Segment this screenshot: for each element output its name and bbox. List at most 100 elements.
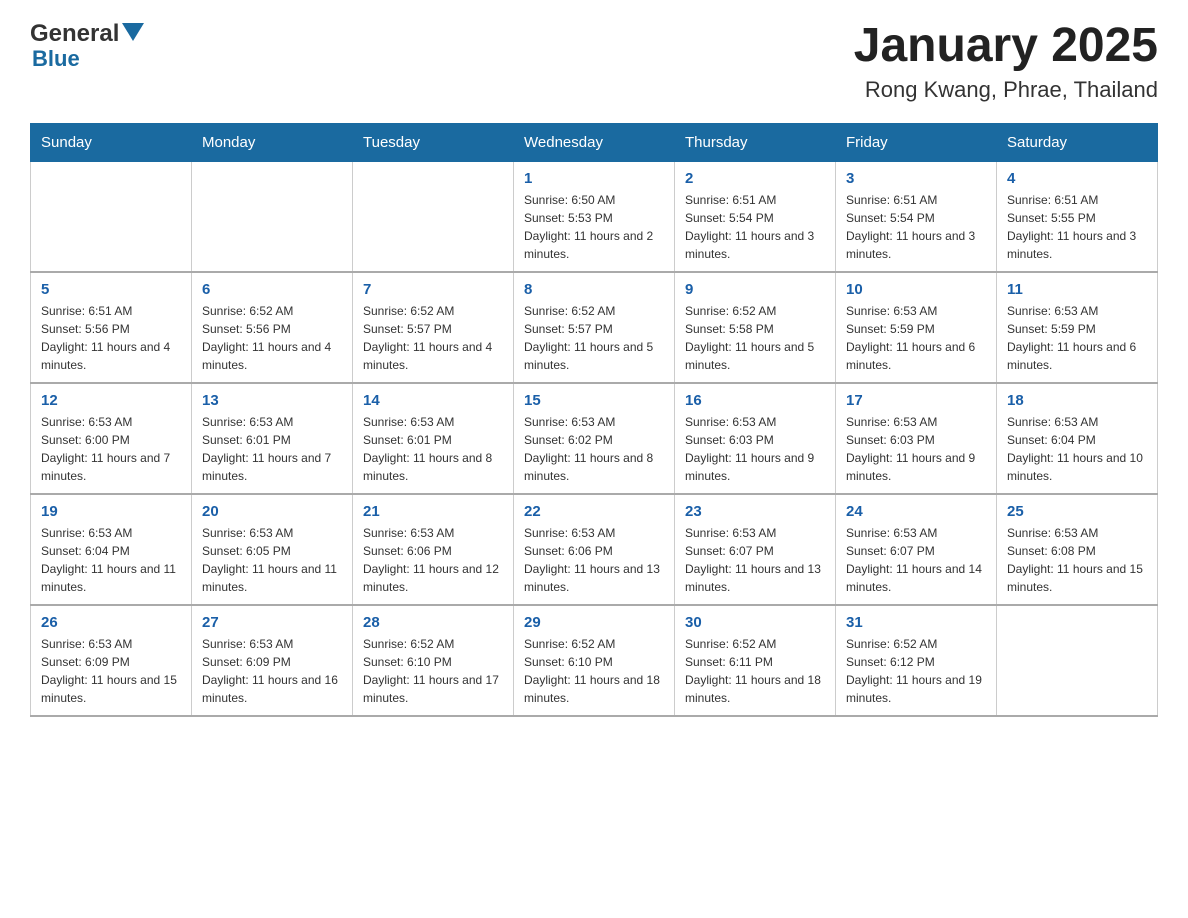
day-number: 10 <box>846 281 986 298</box>
calendar-cell: 2 Sunrise: 6:51 AMSunset: 5:54 PMDaylight… <box>675 161 836 272</box>
header-cell-saturday: Saturday <box>997 123 1158 161</box>
day-info: Sunrise: 6:52 AMSunset: 6:10 PMDaylight:… <box>524 635 664 707</box>
day-number: 14 <box>363 392 503 409</box>
day-info: Sunrise: 6:51 AMSunset: 5:55 PMDaylight:… <box>1007 191 1147 263</box>
day-info: Sunrise: 6:52 AMSunset: 5:57 PMDaylight:… <box>363 302 503 374</box>
header-cell-thursday: Thursday <box>675 123 836 161</box>
calendar-cell: 7Sunrise: 6:52 AMSunset: 5:57 PMDaylight… <box>353 272 514 383</box>
day-number: 18 <box>1007 392 1147 409</box>
calendar-cell: 9Sunrise: 6:52 AMSunset: 5:58 PMDaylight… <box>675 272 836 383</box>
calendar-cell <box>31 161 192 272</box>
calendar-cell <box>353 161 514 272</box>
calendar-cell: 28 Sunrise: 6:52 AMSunset: 6:10 PMDayligh… <box>353 605 514 716</box>
day-number: 30 <box>685 614 825 631</box>
calendar-cell: 10 Sunrise: 6:53 AMSunset: 5:59 PMDayligh… <box>836 272 997 383</box>
day-number: 12 <box>41 392 181 409</box>
calendar-cell: 27Sunrise: 6:53 AMSunset: 6:09 PMDayligh… <box>192 605 353 716</box>
logo-triangle-icon <box>122 23 144 41</box>
calendar-cell: 8 Sunrise: 6:52 AMSunset: 5:57 PMDaylight… <box>514 272 675 383</box>
day-number: 22 <box>524 503 664 520</box>
day-number: 21 <box>363 503 503 520</box>
calendar-cell: 5Sunrise: 6:51 AMSunset: 5:56 PMDaylight… <box>31 272 192 383</box>
day-info: Sunrise: 6:53 AMSunset: 5:59 PMDaylight:… <box>846 302 986 374</box>
location-title: Rong Kwang, Phrae, Thailand <box>854 77 1158 103</box>
day-info: Sunrise: 6:52 AMSunset: 6:10 PMDaylight:… <box>363 635 503 707</box>
title-block: January 2025 Rong Kwang, Phrae, Thailand <box>854 20 1158 103</box>
calendar-cell: 17 Sunrise: 6:53 AMSunset: 6:03 PMDayligh… <box>836 383 997 494</box>
header-cell-wednesday: Wednesday <box>514 123 675 161</box>
day-number: 27 <box>202 614 342 631</box>
day-number: 26 <box>41 614 181 631</box>
calendar-cell: 26 Sunrise: 6:53 AMSunset: 6:09 PMDayligh… <box>31 605 192 716</box>
header-cell-tuesday: Tuesday <box>353 123 514 161</box>
day-info: Sunrise: 6:53 AMSunset: 6:09 PMDaylight:… <box>41 635 181 707</box>
day-info: Sunrise: 6:53 AMSunset: 6:00 PMDaylight:… <box>41 413 181 485</box>
day-number: 8 <box>524 281 664 298</box>
day-number: 19 <box>41 503 181 520</box>
day-number: 3 <box>846 170 986 187</box>
calendar-cell: 24Sunrise: 6:53 AMSunset: 6:07 PMDayligh… <box>836 494 997 605</box>
calendar-week-row: 5Sunrise: 6:51 AMSunset: 5:56 PMDaylight… <box>31 272 1158 383</box>
day-info: Sunrise: 6:53 AMSunset: 6:03 PMDaylight:… <box>846 413 986 485</box>
day-info: Sunrise: 6:53 AMSunset: 6:07 PMDaylight:… <box>685 524 825 596</box>
day-info: Sunrise: 6:52 AMSunset: 5:58 PMDaylight:… <box>685 302 825 374</box>
day-number: 13 <box>202 392 342 409</box>
day-info: Sunrise: 6:53 AMSunset: 6:06 PMDaylight:… <box>363 524 503 596</box>
day-info: Sunrise: 6:50 AMSunset: 5:53 PMDaylight:… <box>524 191 664 263</box>
calendar-cell: 3Sunrise: 6:51 AMSunset: 5:54 PMDaylight… <box>836 161 997 272</box>
day-info: Sunrise: 6:52 AMSunset: 6:12 PMDaylight:… <box>846 635 986 707</box>
calendar-cell: 31 Sunrise: 6:52 AMSunset: 6:12 PMDayligh… <box>836 605 997 716</box>
day-number: 2 <box>685 170 825 187</box>
day-info: Sunrise: 6:53 AMSunset: 6:05 PMDaylight:… <box>202 524 342 596</box>
calendar-cell <box>192 161 353 272</box>
calendar-cell: 14Sunrise: 6:53 AMSunset: 6:01 PMDayligh… <box>353 383 514 494</box>
day-info: Sunrise: 6:53 AMSunset: 5:59 PMDaylight:… <box>1007 302 1147 374</box>
calendar-table: SundayMondayTuesdayWednesdayThursdayFrid… <box>30 123 1158 717</box>
calendar-week-row: 19 Sunrise: 6:53 AMSunset: 6:04 PMDayligh… <box>31 494 1158 605</box>
logo-line1: General <box>30 20 144 48</box>
day-number: 28 <box>363 614 503 631</box>
calendar-cell: 29 Sunrise: 6:52 AMSunset: 6:10 PMDayligh… <box>514 605 675 716</box>
day-info: Sunrise: 6:53 AMSunset: 6:07 PMDaylight:… <box>846 524 986 596</box>
month-title: January 2025 <box>854 20 1158 73</box>
calendar-cell: 13 Sunrise: 6:53 AMSunset: 6:01 PMDayligh… <box>192 383 353 494</box>
logo-blue-text: Blue <box>32 46 80 72</box>
calendar-week-row: 26 Sunrise: 6:53 AMSunset: 6:09 PMDayligh… <box>31 605 1158 716</box>
day-number: 17 <box>846 392 986 409</box>
header-cell-friday: Friday <box>836 123 997 161</box>
calendar-cell: 18 Sunrise: 6:53 AMSunset: 6:04 PMDayligh… <box>997 383 1158 494</box>
calendar-cell: 15Sunrise: 6:53 AMSunset: 6:02 PMDayligh… <box>514 383 675 494</box>
calendar-cell: 19 Sunrise: 6:53 AMSunset: 6:04 PMDayligh… <box>31 494 192 605</box>
day-info: Sunrise: 6:51 AMSunset: 5:54 PMDaylight:… <box>685 191 825 263</box>
day-number: 20 <box>202 503 342 520</box>
day-info: Sunrise: 6:53 AMSunset: 6:04 PMDaylight:… <box>41 524 181 596</box>
header-cell-sunday: Sunday <box>31 123 192 161</box>
page-header: General Blue January 2025 Rong Kwang, Ph… <box>30 20 1158 103</box>
day-number: 31 <box>846 614 986 631</box>
calendar-cell: 23Sunrise: 6:53 AMSunset: 6:07 PMDayligh… <box>675 494 836 605</box>
calendar-cell: 12 Sunrise: 6:53 AMSunset: 6:00 PMDayligh… <box>31 383 192 494</box>
day-info: Sunrise: 6:52 AMSunset: 5:56 PMDaylight:… <box>202 302 342 374</box>
calendar-cell: 30 Sunrise: 6:52 AMSunset: 6:11 PMDayligh… <box>675 605 836 716</box>
day-info: Sunrise: 6:52 AMSunset: 6:11 PMDaylight:… <box>685 635 825 707</box>
calendar-cell <box>997 605 1158 716</box>
day-number: 4 <box>1007 170 1147 187</box>
calendar-cell: 20 Sunrise: 6:53 AMSunset: 6:05 PMDayligh… <box>192 494 353 605</box>
day-number: 6 <box>202 281 342 298</box>
calendar-cell: 11Sunrise: 6:53 AMSunset: 5:59 PMDayligh… <box>997 272 1158 383</box>
calendar-week-row: 12 Sunrise: 6:53 AMSunset: 6:00 PMDayligh… <box>31 383 1158 494</box>
day-number: 25 <box>1007 503 1147 520</box>
day-info: Sunrise: 6:52 AMSunset: 5:57 PMDaylight:… <box>524 302 664 374</box>
calendar-cell: 1Sunrise: 6:50 AMSunset: 5:53 PMDaylight… <box>514 161 675 272</box>
day-info: Sunrise: 6:51 AMSunset: 5:56 PMDaylight:… <box>41 302 181 374</box>
day-number: 29 <box>524 614 664 631</box>
logo-general-text: General <box>30 20 119 48</box>
day-info: Sunrise: 6:53 AMSunset: 6:04 PMDaylight:… <box>1007 413 1147 485</box>
header-cell-monday: Monday <box>192 123 353 161</box>
day-number: 16 <box>685 392 825 409</box>
calendar-header-row: SundayMondayTuesdayWednesdayThursdayFrid… <box>31 123 1158 161</box>
day-info: Sunrise: 6:53 AMSunset: 6:01 PMDaylight:… <box>202 413 342 485</box>
day-info: Sunrise: 6:53 AMSunset: 6:02 PMDaylight:… <box>524 413 664 485</box>
day-info: Sunrise: 6:53 AMSunset: 6:03 PMDaylight:… <box>685 413 825 485</box>
calendar-cell: 22Sunrise: 6:53 AMSunset: 6:06 PMDayligh… <box>514 494 675 605</box>
